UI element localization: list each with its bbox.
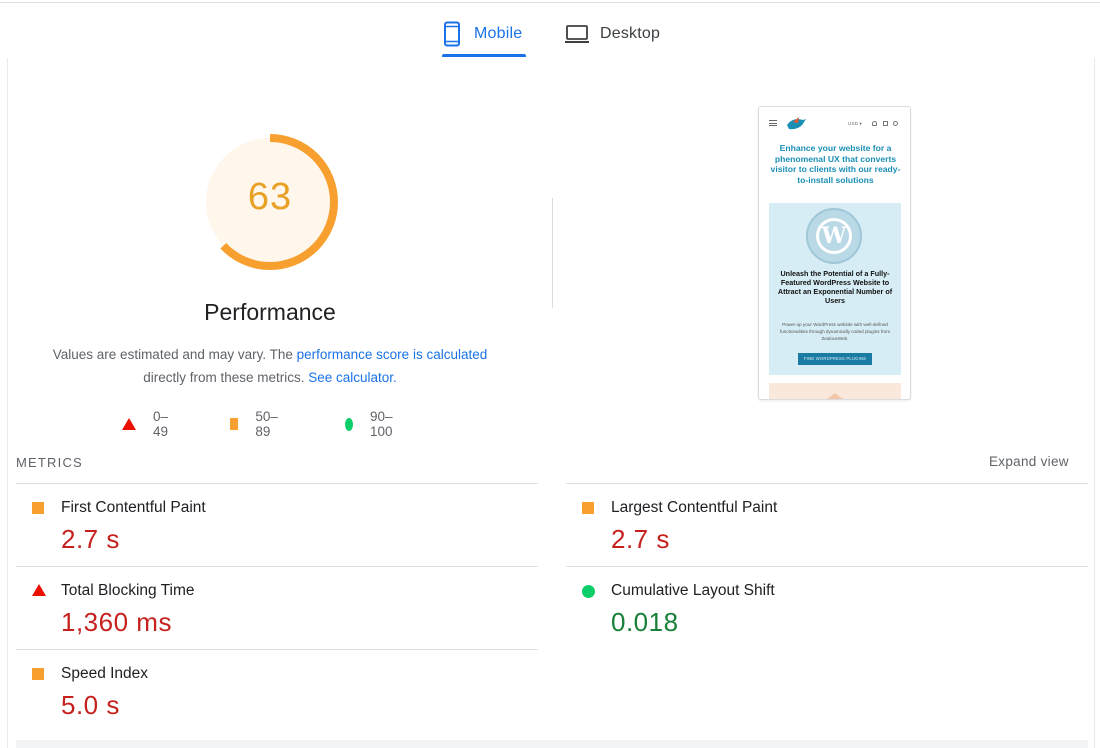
metric-name: Speed Index [61,665,149,682]
green-circle-icon [345,417,353,431]
legend-average: 50–89 [230,409,282,439]
metric-value: 5.0 s [61,690,120,720]
red-triangle-icon [32,584,46,596]
panel-border-left [7,58,8,748]
metric-total-blocking-time: Total Blocking Time 1,360 ms [16,569,496,639]
legend-pass: 90–100 [345,409,398,439]
metric-first-contentful-paint: First Contentful Paint 2.7 s [16,486,496,556]
tab-mobile-label: Mobile [474,25,523,42]
laptop-icon [565,25,589,43]
search-icon [893,121,898,126]
metric-name: Cumulative Layout Shift [611,582,775,599]
bird-logo-icon [787,117,806,130]
performance-score-link[interactable]: performance score is calculated [297,347,488,362]
screenshot-navbar: USD ▾ [759,113,910,135]
active-tab-indicator [442,54,526,57]
red-triangle-icon [122,418,136,430]
wordpress-logo-icon: W [806,208,862,264]
screenshot-card: W Unleash the Potential of a Fully-Featu… [769,203,901,375]
screenshot-card-title: Unleash the Potential of a Fully-Feature… [777,269,893,305]
legend-average-range: 50–89 [255,409,278,439]
see-calculator-link[interactable]: See calculator. [308,370,397,385]
metric-name: First Contentful Paint [61,499,206,516]
panel-border-right [1094,58,1095,748]
tab-desktop-label: Desktop [600,25,661,42]
wordpress-logo-letter: W [816,218,852,254]
screenshot-bottom-strip [769,383,901,399]
device-tabs: Mobile Desktop [0,10,1100,58]
metric-name: Total Blocking Time [61,582,195,599]
metric-value: 1,360 ms [61,607,172,637]
orange-square-icon [32,502,44,514]
legend-fail-range: 0–49 [153,409,169,439]
description-middle: directly from these metrics. [143,370,309,385]
metric-cumulative-layout-shift: Cumulative Layout Shift 0.018 [566,569,1046,639]
page-screenshot-thumbnail[interactable]: USD ▾ Enhance your website for a phenome… [758,106,911,400]
metric-largest-contentful-paint: Largest Contentful Paint 2.7 s [566,486,1046,556]
screenshot-card-button: FIND WORDPRESS PLUGINS [798,353,872,365]
cart-icon [883,121,888,126]
metric-value: 2.7 s [61,524,120,554]
hamburger-menu-icon [769,120,777,126]
metrics-divider [566,483,1088,484]
bottom-section-edge [16,740,1088,748]
metrics-divider [16,483,538,484]
tab-desktop[interactable]: Desktop [564,10,674,58]
metric-value: 2.7 s [611,524,670,554]
performance-score-value: 63 [247,176,293,218]
orange-square-icon [582,502,594,514]
metric-speed-index: Speed Index 5.0 s [16,652,496,722]
legend-pass-range: 90–100 [369,409,393,439]
orange-square-icon [230,418,239,430]
top-border [0,2,1100,3]
performance-title: Performance [204,299,336,325]
metric-value: 0.018 [611,607,679,637]
metric-name: Largest Contentful Paint [611,499,778,516]
expand-view-toggle[interactable]: Expand view [989,454,1069,469]
metrics-heading: METRICS [16,455,83,470]
description-prefix: Values are estimated and may vary. The [52,347,297,362]
tab-mobile[interactable]: Mobile [442,10,526,58]
user-icon [872,121,877,126]
metrics-divider [16,566,538,567]
metrics-divider [16,649,538,650]
orange-square-icon [32,668,44,680]
performance-description: Values are estimated and may vary. The p… [50,343,490,389]
smartphone-icon [444,21,460,47]
vertical-divider [552,198,553,308]
screenshot-hero-text: Enhance your website for a phenomenal UX… [770,143,901,185]
green-circle-icon [582,585,595,598]
legend-fail: 0–49 [122,409,168,439]
screenshot-card-body: Power-up your WordPress website with wel… [779,322,891,341]
screenshot-currency: USD ▾ [848,121,863,126]
metrics-divider [566,566,1088,567]
